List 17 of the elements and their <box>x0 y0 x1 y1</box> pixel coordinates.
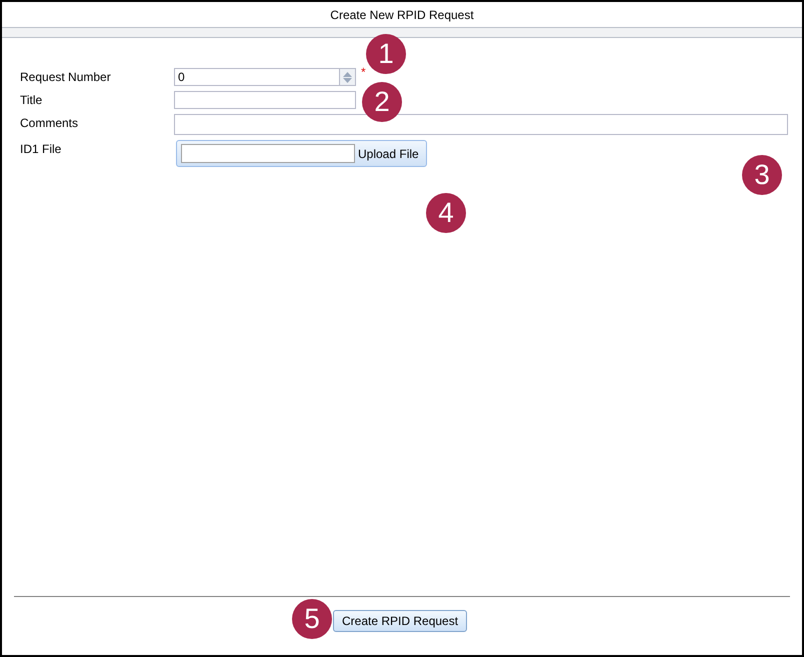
callout-badge: 1 <box>366 34 406 74</box>
field-label: Request Number <box>20 69 112 86</box>
field-label: Comments <box>20 115 80 132</box>
callout-badge: 5 <box>292 599 332 639</box>
file-path-field[interactable] <box>181 144 355 163</box>
field-label: ID1 File <box>20 141 62 158</box>
upload-file-button[interactable]: Upload File <box>358 144 419 162</box>
field-label: Title <box>20 92 44 109</box>
callout-badge: 3 <box>742 155 782 195</box>
comments-field[interactable] <box>174 114 788 135</box>
number-field[interactable]: 0 <box>174 68 339 86</box>
spinner-icon[interactable] <box>339 68 356 86</box>
required-marker: * <box>361 66 366 78</box>
create-request-button[interactable]: Create RPID Request <box>333 610 468 632</box>
callout-badge: 4 <box>426 193 466 233</box>
callout-badge: 2 <box>362 82 402 122</box>
title-field[interactable] <box>174 91 356 109</box>
